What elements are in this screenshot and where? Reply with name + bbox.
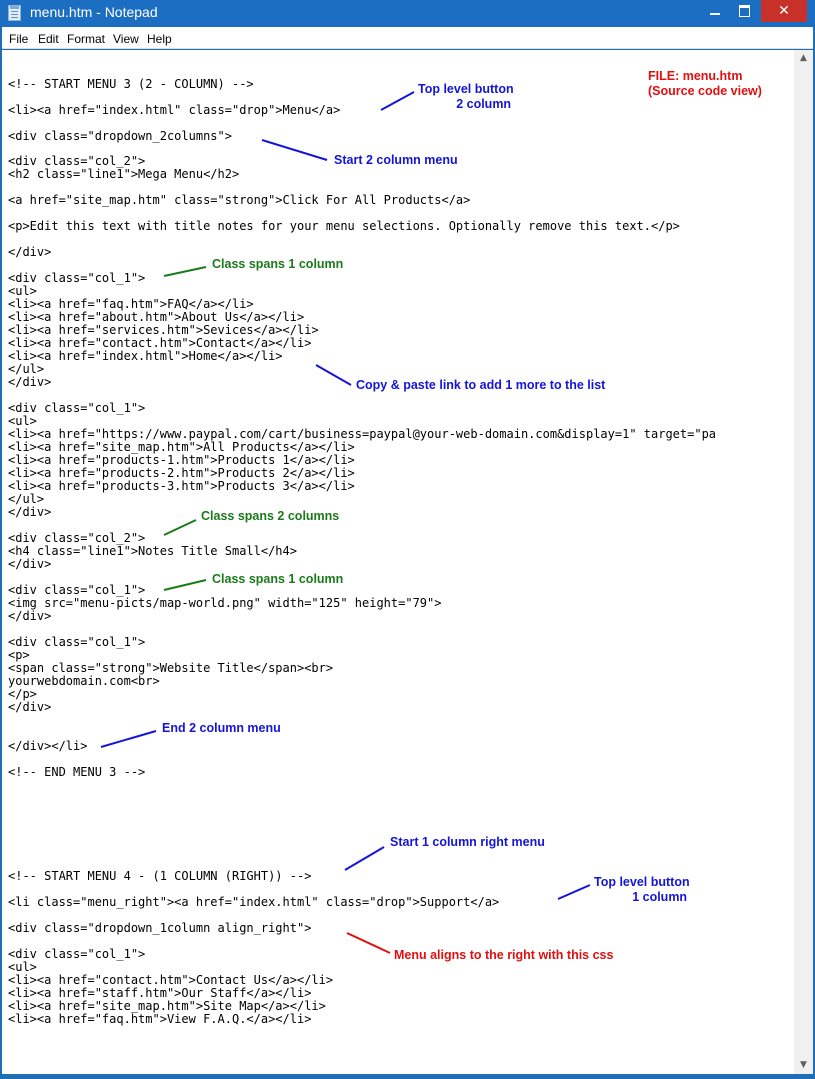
- leader-line: [100, 730, 157, 748]
- notepad-icon: [8, 5, 21, 21]
- scroll-up-arrow-icon[interactable]: ▲: [794, 50, 813, 67]
- close-button[interactable]: ✕: [761, 0, 807, 22]
- leader-line: [163, 579, 207, 591]
- leader-line: [380, 91, 415, 111]
- menu-bar: File Edit Format View Help: [2, 27, 813, 49]
- scroll-down-arrow-icon[interactable]: ▼: [794, 1057, 813, 1074]
- leader-line: [261, 139, 328, 161]
- leader-line: [315, 364, 352, 386]
- leader-line: [557, 884, 591, 900]
- title-bar[interactable]: menu.htm - Notepad ✕: [0, 0, 815, 27]
- text-editor-area[interactable]: <!-- START MENU 3 (2 - COLUMN) --> <li><a…: [2, 50, 794, 1074]
- window-title: menu.htm - Notepad: [30, 4, 158, 20]
- leader-line: [344, 846, 385, 871]
- leader-line: [163, 519, 197, 536]
- maximize-button[interactable]: [731, 0, 759, 22]
- annotation-leader-lines: [100, 91, 591, 954]
- notepad-window: menu.htm - Notepad ✕ File Edit Format Vi…: [0, 0, 815, 1079]
- menu-help[interactable]: Help: [147, 32, 172, 46]
- menu-file[interactable]: File: [9, 32, 28, 46]
- vertical-scrollbar[interactable]: ▲ ▼: [794, 50, 813, 1074]
- leader-line: [163, 266, 207, 277]
- menu-format[interactable]: Format: [67, 32, 105, 46]
- menu-view[interactable]: View: [113, 32, 139, 46]
- leader-line: [346, 932, 391, 954]
- menu-edit[interactable]: Edit: [38, 32, 59, 46]
- minimize-button[interactable]: [700, 0, 730, 22]
